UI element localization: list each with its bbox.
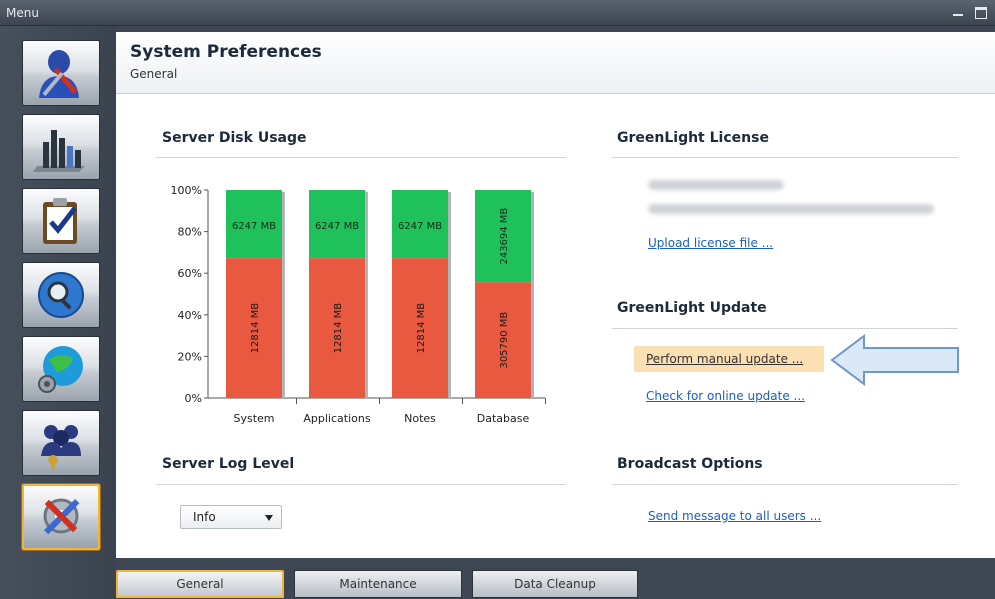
license-info-redacted	[648, 204, 934, 214]
x-tick-label: System	[233, 412, 274, 425]
users-key-icon	[41, 425, 81, 470]
search-globe-icon	[38, 272, 84, 318]
sidebar-item-users[interactable]	[22, 410, 100, 476]
bar-shadow	[531, 192, 534, 398]
data-label-free: 243694 MB	[499, 208, 510, 265]
user-tools-icon	[39, 50, 79, 98]
sidebar-item-search[interactable]	[22, 262, 100, 328]
y-tick-label: 20%	[178, 350, 202, 363]
y-tick-label: 0%	[185, 392, 202, 405]
page-subtitle: General	[130, 67, 178, 81]
data-label-free: 6247 MB	[398, 221, 442, 232]
sidebar-item-user-admin[interactable]	[22, 40, 100, 106]
data-label-used: 12814 MB	[416, 303, 427, 354]
y-tick-label: 60%	[178, 267, 202, 280]
disk-usage-chart: 0% 20% 40% 60% 80% 100% 6247 MB 12814 MB System 6…	[171, 184, 546, 425]
data-label-free: 6247 MB	[315, 221, 359, 232]
menu-label[interactable]: Menu	[6, 6, 39, 20]
sidebar-item-system-preferences[interactable]	[22, 484, 100, 550]
chevron-down-icon	[265, 515, 273, 521]
page-title: System Preferences	[130, 42, 322, 62]
data-label-free: 6247 MB	[232, 221, 276, 232]
disk-usage-title: Server Disk Usage	[162, 130, 307, 146]
divider	[156, 484, 566, 485]
online-update-link[interactable]: Check for online update ...	[646, 389, 805, 403]
divider	[612, 157, 958, 158]
license-title: GreenLight License	[617, 130, 769, 146]
minimize-icon[interactable]	[951, 3, 965, 19]
y-tick-label: 40%	[178, 309, 202, 322]
y-tick-label: 80%	[178, 226, 202, 239]
sidebar-item-statistics[interactable]	[22, 114, 100, 180]
tab-general[interactable]: General	[116, 570, 284, 598]
update-title: GreenLight Update	[617, 300, 767, 316]
broadcast-title: Broadcast Options	[617, 456, 763, 472]
tools-icon	[43, 498, 80, 535]
data-label-used: 12814 MB	[250, 303, 261, 354]
tab-bar: General Maintenance Data Cleanup	[116, 558, 995, 599]
log-level-title: Server Log Level	[162, 456, 295, 472]
x-tick-label: Notes	[404, 412, 436, 425]
bar-shadow	[282, 192, 285, 398]
globe-settings-icon	[38, 346, 83, 393]
clipboard-check-icon	[43, 198, 77, 244]
upload-license-link[interactable]: Upload license file ...	[648, 236, 773, 250]
divider	[156, 157, 566, 158]
divider	[612, 328, 958, 329]
manual-update-link[interactable]: Perform manual update ...	[646, 352, 803, 366]
send-message-link[interactable]: Send message to all users ...	[648, 509, 821, 523]
data-label-used: 305790 MB	[499, 312, 510, 369]
x-tick-label: Applications	[303, 412, 370, 425]
log-level-select[interactable]: Info	[180, 505, 282, 529]
y-tick-label: 100%	[171, 184, 202, 197]
sidebar-item-network[interactable]	[22, 336, 100, 402]
arrow-left-icon	[830, 334, 959, 386]
data-label-used: 12814 MB	[333, 303, 344, 354]
tab-maintenance[interactable]: Maintenance	[294, 570, 462, 598]
divider	[612, 484, 958, 485]
x-tick-label: Database	[477, 412, 530, 425]
maximize-icon[interactable]	[973, 3, 987, 19]
tab-data-cleanup[interactable]: Data Cleanup	[472, 570, 638, 598]
sidebar-item-tasks[interactable]	[22, 188, 100, 254]
license-info-redacted	[648, 180, 784, 190]
bar-shadow	[448, 192, 451, 398]
title-bar: Menu	[0, 0, 995, 26]
log-level-value: Info	[193, 510, 216, 524]
bar-shadow	[365, 192, 368, 398]
bar-chart-icon	[33, 130, 85, 172]
sidebar	[0, 26, 116, 599]
page-header: System Preferences General	[116, 32, 995, 94]
